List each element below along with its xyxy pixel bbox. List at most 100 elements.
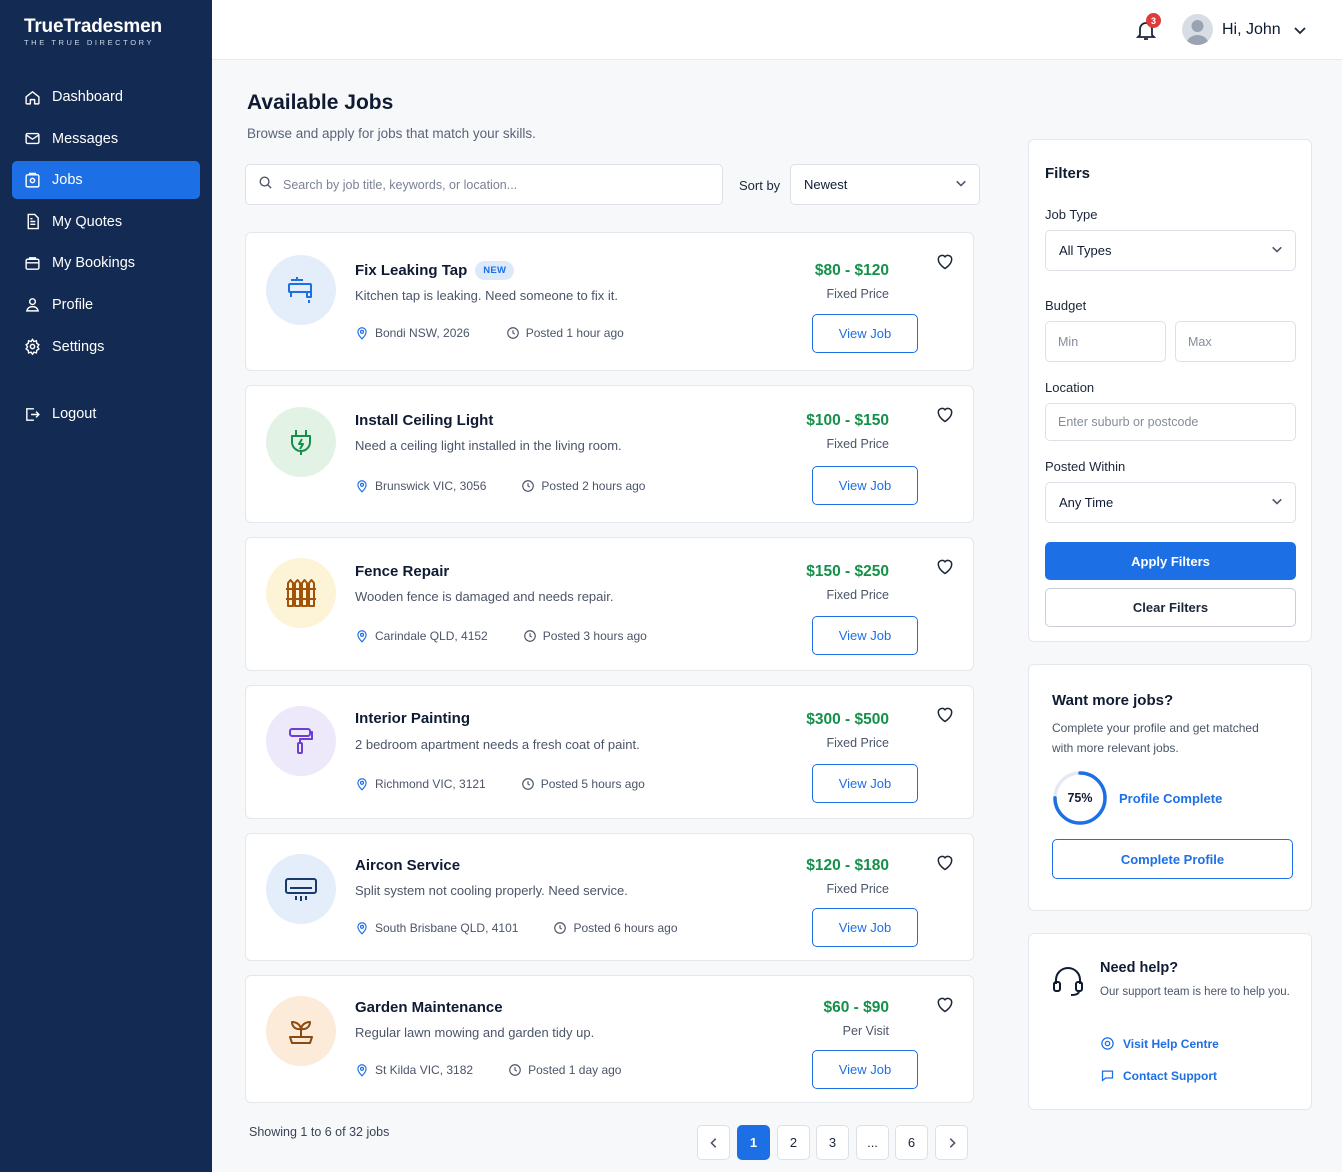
location-pin-icon — [357, 778, 367, 791]
fence-icon — [266, 558, 336, 628]
heart-icon[interactable] — [935, 251, 955, 271]
view-job-button[interactable]: View Job — [812, 764, 918, 803]
search-icon — [258, 175, 273, 195]
clear-filters-button[interactable]: Clear Filters — [1045, 588, 1296, 627]
view-job-button[interactable]: View Job — [812, 908, 918, 947]
sidebar-item-label: Logout — [52, 406, 97, 422]
help-text: Our support team is here to help you. — [1100, 986, 1290, 998]
heart-icon[interactable] — [935, 704, 955, 724]
search-input[interactable] — [283, 177, 703, 192]
apply-filters-button[interactable]: Apply Filters — [1045, 542, 1296, 580]
job-price-type: Fixed Price — [826, 736, 889, 750]
job-title[interactable]: Aircon Service — [355, 857, 460, 874]
help-centre-link[interactable]: Visit Help Centre — [1100, 1036, 1219, 1051]
sidebar-item-jobs[interactable]: Jobs — [12, 161, 200, 200]
job-card: Install Ceiling Light Need a ceiling lig… — [245, 385, 974, 523]
contact-support-link[interactable]: Contact Support — [1100, 1068, 1217, 1083]
view-job-button[interactable]: View Job — [812, 466, 918, 505]
job-price: $300 - $500 — [806, 711, 889, 728]
help-circle-icon — [1101, 1037, 1114, 1050]
filters-panel: Filters Job Type All Types Budget Locati… — [1028, 139, 1312, 642]
job-location: St Kilda VIC, 3182 — [355, 1063, 473, 1077]
help-title: Need help? — [1100, 960, 1179, 976]
job-title-text: Aircon Service — [355, 857, 461, 874]
job-title[interactable]: Interior Painting — [355, 710, 470, 727]
job-location-text: Richmond VIC, 3121 — [375, 777, 486, 791]
job-location: Bondi NSW, 2026 — [355, 326, 470, 340]
location-input[interactable] — [1045, 403, 1296, 441]
heart-icon[interactable] — [935, 852, 955, 872]
job-description: Kitchen tap is leaking. Need someone to … — [355, 288, 619, 303]
chevron-down-icon — [1271, 243, 1283, 258]
job-posted: Posted 3 hours ago — [523, 629, 647, 643]
job-meta: St Kilda VIC, 3182 Posted 1 day ago — [355, 1063, 621, 1077]
plant-icon — [266, 996, 336, 1066]
page-title: Available Jobs — [247, 91, 394, 114]
job-location-text: South Brisbane QLD, 4101 — [375, 921, 519, 935]
page-button[interactable]: 1 — [737, 1125, 770, 1160]
notification-count-badge: 3 — [1146, 13, 1161, 28]
job-posted-text: Posted 1 hour ago — [525, 326, 624, 340]
sidebar-item-settings[interactable]: Settings — [12, 328, 200, 366]
next-page-button[interactable] — [935, 1125, 968, 1160]
briefcase-icon — [24, 172, 41, 189]
job-title-text: Install Ceiling Light — [355, 412, 494, 429]
sidebar-item-messages[interactable]: Messages — [12, 120, 200, 158]
job-card: Garden Maintenance Regular lawn mowing a… — [245, 975, 974, 1103]
page-button[interactable]: 3 — [816, 1125, 849, 1160]
job-title[interactable]: Install Ceiling Light — [355, 412, 493, 429]
chevron-right-icon — [949, 1137, 956, 1148]
clock-icon — [509, 1064, 521, 1076]
job-posted: Posted 6 hours ago — [553, 921, 678, 935]
job-posted: Posted 1 hour ago — [506, 326, 624, 340]
job-description: 2 bedroom apartment needs a fresh coat o… — [355, 737, 640, 752]
sidebar-item-my-bookings[interactable]: My Bookings — [12, 244, 200, 282]
job-price-type: Per Visit — [842, 1024, 889, 1038]
job-meta: Carindale QLD, 4152 Posted 3 hours ago — [355, 629, 647, 643]
search-box — [245, 164, 723, 205]
sidebar-item-profile[interactable]: Profile — [12, 286, 200, 324]
job-posted-text: Posted 5 hours ago — [540, 777, 645, 791]
avatar — [1182, 14, 1213, 45]
user-icon — [24, 296, 41, 313]
job-location: Richmond VIC, 3121 — [355, 777, 486, 791]
job-posted-text: Posted 6 hours ago — [573, 921, 678, 935]
job-title[interactable]: Fix Leaking Tap NEW — [355, 261, 515, 280]
view-job-button[interactable]: View Job — [812, 314, 918, 353]
mail-icon — [24, 130, 41, 147]
heart-icon[interactable] — [935, 404, 955, 424]
logout-icon — [24, 406, 41, 423]
view-job-button[interactable]: View Job — [812, 1050, 918, 1089]
sidebar-item-label: Messages — [52, 130, 119, 147]
heart-icon[interactable] — [935, 556, 955, 576]
job-posted-text: Posted 1 day ago — [528, 1063, 622, 1077]
page-button[interactable]: 6 — [895, 1125, 928, 1160]
job-price: $150 - $250 — [806, 563, 889, 580]
sidebar-item-my-quotes[interactable]: My Quotes — [12, 203, 200, 241]
job-title[interactable]: Fence Repair — [355, 563, 449, 580]
job-location-text: Brunswick VIC, 3056 — [375, 479, 487, 493]
sidebar-item-dashboard[interactable]: Dashboard — [12, 78, 200, 116]
user-menu[interactable]: Hi, John — [1182, 14, 1307, 45]
prev-page-button[interactable] — [697, 1125, 730, 1160]
budget-max-input[interactable] — [1175, 321, 1296, 362]
more-jobs-title: Want more jobs? — [1052, 692, 1174, 709]
job-type-select[interactable]: All Types — [1045, 230, 1296, 271]
chat-bubble-icon — [1101, 1070, 1114, 1082]
posted-within-label: Posted Within — [1045, 459, 1126, 474]
job-title-text: Fix Leaking Tap — [355, 262, 468, 279]
job-title[interactable]: Garden Maintenance — [355, 999, 503, 1016]
view-job-button[interactable]: View Job — [812, 616, 918, 655]
sort-select[interactable]: Newest — [790, 164, 980, 205]
page-button[interactable]: 2 — [777, 1125, 810, 1160]
complete-profile-button[interactable]: Complete Profile — [1052, 839, 1293, 879]
sidebar-item-logout[interactable]: Logout — [12, 395, 200, 433]
heart-icon[interactable] — [935, 994, 955, 1014]
budget-label: Budget — [1045, 298, 1087, 313]
budget-min-input[interactable] — [1045, 321, 1166, 362]
brand-title: TrueTradesmen — [24, 16, 162, 37]
posted-within-select[interactable]: Any Time — [1045, 482, 1296, 523]
brand-logo[interactable]: TrueTradesmen THE TRUE DIRECTORY — [24, 16, 162, 47]
clock-icon — [554, 922, 567, 934]
job-type-value: All Types — [1059, 243, 1112, 258]
